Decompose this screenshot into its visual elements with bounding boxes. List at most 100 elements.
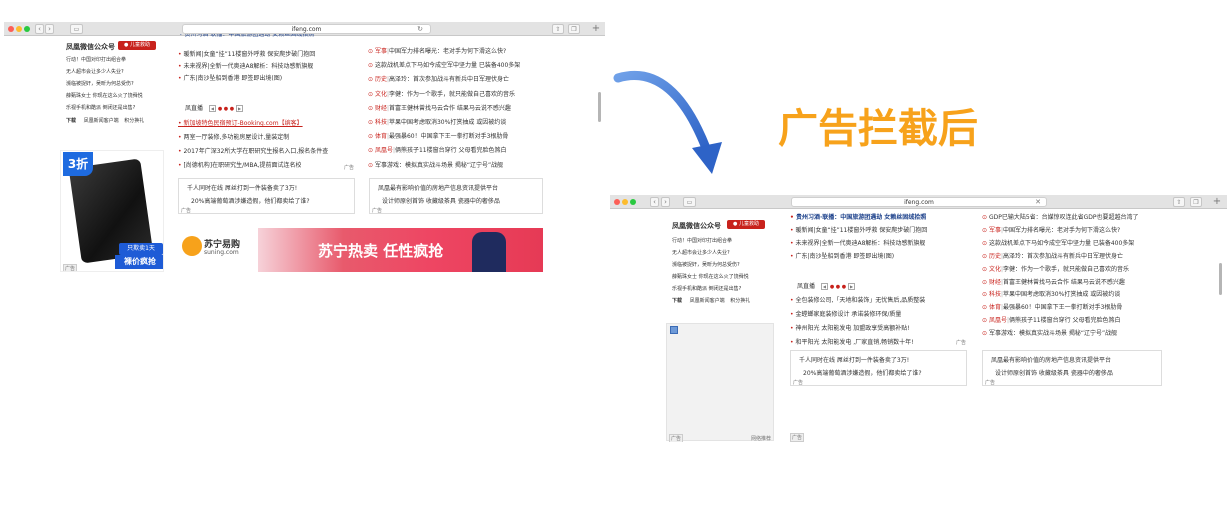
promo-box-left[interactable]: 千人同时在线 屌丝打到一件装备卖了3万! 20%高端葡萄酒涉嫌造假，他们都卖给了… — [790, 350, 967, 386]
sidebar-icon[interactable]: ▭ — [683, 197, 696, 207]
tabs-icon[interactable]: ❐ — [568, 24, 580, 34]
back-icon[interactable]: ‹ — [650, 197, 659, 207]
forward-icon[interactable]: › — [45, 24, 54, 34]
right-news-item[interactable]: ⊙ 军事游戏：模拟真实战斗场景 揭秘“辽宁号”战舰 — [982, 328, 1117, 337]
address-bar[interactable]: ifeng.com — [791, 197, 1047, 207]
promo-box-left[interactable]: 千人同时在线 屌丝打到一件装备卖了3万! 20%高端葡萄酒涉嫌造假，他们都卖给了… — [178, 178, 355, 214]
new-tab-icon[interactable]: + — [590, 23, 602, 35]
broken-image-icon — [670, 326, 678, 334]
new-tab-icon[interactable]: + — [1211, 196, 1223, 208]
right-news-item[interactable]: ⊙ 体育|最强暴60！中国拿下王一拳打断对手3根肋骨 — [982, 302, 1122, 311]
mid-list-item[interactable]: • 暖新闻|女童“挂”11楼窗外呼救 保安爬步破门抱回 — [178, 49, 315, 58]
left-footer: 下载 凤凰新闻客户端 积分换礼 — [66, 117, 144, 124]
right-news-item[interactable]: ⊙ 财经|首富王健林曾找马云合作 结果马云说不感兴趣 — [982, 277, 1125, 286]
left-list-item[interactable]: 濒临被捉奸，吴昕为何总受伤? — [66, 80, 134, 87]
news-category[interactable]: 历史 — [989, 253, 1001, 260]
promo-box-right[interactable]: 凤凰最有影响价值的房地产信息资讯提供平台 设计师原创首饰 收藏级茶具 瓷器中的奢… — [982, 350, 1162, 386]
client-link[interactable]: 凤凰新闻客户端 — [690, 298, 725, 304]
news-category[interactable]: 凤凰号 — [989, 317, 1007, 324]
minimize-traffic-light[interactable] — [622, 199, 628, 205]
phone-ad[interactable]: 3折 只欺卖1天 裸价疯抢 广告 — [60, 150, 164, 272]
right-news-item[interactable]: ⊙ GDP已输大陆5省：台媒惊叹连此省GDP也要超越台湾了 — [982, 212, 1139, 221]
mid-sponsored-item[interactable]: • 全包装修公司,「天地和装饰」无忧售后,品质整装 — [790, 295, 925, 304]
news-category[interactable]: 历史 — [375, 76, 387, 83]
sidebar-icon[interactable]: ▭ — [70, 24, 83, 34]
news-category[interactable]: 文化 — [989, 266, 1001, 273]
right-news-item[interactable]: ⊙ 历史|高泽玲：首次参加战斗有新兵中日军理伏身亡 — [368, 74, 509, 83]
pager-prev-icon[interactable]: ◀ — [820, 283, 828, 290]
promo-box-right[interactable]: 凤凰最有影响价值的房地产信息资讯提供平台 设计师原创首饰 收藏级茶具 瓷器中的奢… — [369, 178, 543, 214]
pager-next-icon[interactable]: ▶ — [848, 283, 856, 290]
mid-sponsored-item[interactable]: • [尚德机构]在职研究生/MBA,提前面试连名校 — [178, 160, 301, 169]
clear-url-icon[interactable]: ✕ — [1033, 197, 1043, 207]
news-category[interactable]: 文化 — [375, 91, 387, 98]
pager-next-icon[interactable]: ▶ — [236, 105, 244, 112]
share-icon[interactable]: ⇧ — [1173, 197, 1185, 207]
address-bar[interactable]: ifeng.com — [182, 24, 431, 34]
close-traffic-light[interactable] — [614, 199, 620, 205]
right-news-item[interactable]: ⊙ 科技|苹果中国考虑取消30%打赏抽成 或因被约谈 — [982, 289, 1120, 298]
share-icon[interactable]: ⇧ — [552, 24, 564, 34]
right-news-item[interactable]: ⊙ 凤凰号|俩熊孩子11楼窗台穿行 父母看完脸色煞白 — [368, 145, 507, 154]
child-rescue-badge[interactable]: ● 儿童救助 — [727, 220, 765, 229]
mid-sponsored-item[interactable]: • 新加坡特色民宿预订-Booking.com【缤客】 — [178, 118, 303, 127]
back-icon[interactable]: ‹ — [35, 24, 44, 34]
right-news-item[interactable]: ⊙ 财经|首富王健林曾找马云合作 结果马云说不感兴趣 — [368, 103, 511, 112]
left-list-item[interactable]: 乐视手机和酷派 倒闭还是出售? — [672, 285, 741, 292]
left-list-item[interactable]: 行动！中国对印打出组合拳 — [66, 56, 126, 63]
right-news-item[interactable]: ⊙ 凤凰号|俩熊孩子11楼窗台穿行 父母看完脸色煞白 — [982, 315, 1121, 324]
pager-prev-icon[interactable]: ◀ — [208, 105, 216, 112]
right-news-item[interactable]: ⊙ 科技|苹果中国考虑取消30%打赏抽成 或因被约谈 — [368, 117, 506, 126]
news-category[interactable]: 体育 — [989, 304, 1001, 311]
news-category[interactable]: 体育 — [375, 133, 387, 140]
news-category[interactable]: 军事 — [989, 227, 1001, 234]
scrollbar[interactable] — [598, 92, 601, 122]
right-news-item[interactable]: ⊙ 历史|高泽玲：首次参加战斗有新兵中日军理伏身亡 — [982, 251, 1123, 260]
right-news-item[interactable]: ⊙ 文化|李健：作为一个歌手，就只能做自己喜欢的音乐 — [982, 264, 1129, 273]
right-news-item[interactable]: ⊙ 文化|李健：作为一个歌手，就只能做自己喜欢的音乐 — [368, 89, 515, 98]
news-category[interactable]: 财经 — [375, 105, 387, 112]
points-link[interactable]: 积分换礼 — [730, 298, 750, 304]
close-traffic-light[interactable] — [8, 26, 14, 32]
reload-icon[interactable]: ↻ — [415, 24, 425, 34]
right-news-item[interactable]: ⊙ 这款战机差点下马如今成空军中坚力量 已装备400多架 — [368, 60, 520, 69]
mid-list-item[interactable]: • 暖新闻|女童“挂”11楼窗外呼救 保安爬步破门抱回 — [790, 225, 927, 234]
news-category[interactable]: 凤凰号 — [375, 147, 393, 154]
mid-list-item[interactable]: • 广东|南沙坠船到香港 即签即出境(图) — [790, 251, 894, 260]
right-news-item[interactable]: ⊙ 军事游戏：模拟真实战斗场景 揭秘“辽宁号”战舰 — [368, 160, 503, 169]
left-list-item[interactable]: 无人超市会让多少人失业? — [66, 68, 124, 75]
mid-sponsored-item[interactable]: • 金螳螂家庭装修设计 承诺装修环保/质量 — [790, 309, 901, 318]
forward-icon[interactable]: › — [661, 197, 670, 207]
mid-list-item[interactable]: • 贵州习酒·联播：中国旅游团遇劫 女赖丝固绒拾照 — [790, 212, 926, 221]
news-category[interactable]: 科技 — [375, 119, 387, 126]
mid-list-item[interactable]: • 未来视界|全新一代奥迪A8解析：科技动感新旗舰 — [790, 238, 925, 247]
zoom-traffic-light[interactable] — [630, 199, 636, 205]
mid-sponsored-item[interactable]: • 和平阳光 太阳能发电 ,厂家直销,畅销数十年! — [790, 337, 914, 346]
left-list-item[interactable]: 行动！中国对印打出组合拳 — [672, 237, 732, 244]
minimize-traffic-light[interactable] — [16, 26, 22, 32]
suning-banner[interactable]: 苏宁易购 suning.com 苏宁热卖 任性疯抢 — [178, 228, 543, 272]
mid-list-item[interactable]: • 广东|南沙坠船到香港 即签即出境(图) — [178, 73, 282, 82]
news-category[interactable]: 财经 — [989, 279, 1001, 286]
child-rescue-badge[interactable]: ● 儿童救助 — [118, 41, 156, 50]
tabs-icon[interactable]: ❐ — [1190, 197, 1202, 207]
mid-list-item[interactable]: • 未来视界|全新一代奥迪A8解析：科技动感新旗舰 — [178, 61, 313, 70]
client-link[interactable]: 凤凰新闻客户端 — [84, 118, 119, 124]
right-news-item[interactable]: ⊙ 这款战机差点下马如今成空军中坚力量 已装备400多架 — [982, 238, 1134, 247]
left-list-item[interactable]: 无人超市会让多少人失业? — [672, 249, 730, 256]
left-list-item[interactable]: 薛甄珠女士 你现在这么火了饶舜悦 — [672, 273, 749, 280]
zoom-traffic-light[interactable] — [24, 26, 30, 32]
news-category[interactable]: 军事 — [375, 48, 387, 55]
mid-sponsored-item[interactable]: • 2017年广深32所大学在职研究生报名入口,报名条件查 — [178, 146, 328, 155]
left-list-item[interactable]: 乐视手机和酷派 倒闭还是出售? — [66, 104, 135, 111]
mid-sponsored-item[interactable]: • 两室一厅装修,多功能房屋设计,量装定制 — [178, 132, 289, 141]
points-link[interactable]: 积分换礼 — [124, 118, 144, 124]
right-news-item[interactable]: ⊙ 体育|最强暴60！中国拿下王一拳打断对手3根肋骨 — [368, 131, 508, 140]
right-news-item[interactable]: ⊙ 军事|中国军力排名曝光：老对手为何下滑这么快? — [982, 225, 1120, 234]
right-news-item[interactable]: ⊙ 军事|中国军力排名曝光：老对手为何下滑这么快? — [368, 46, 506, 55]
left-list-item[interactable]: 薛甄珠女士 你现在这么火了饶舜悦 — [66, 92, 143, 99]
scrollbar[interactable] — [1219, 263, 1222, 295]
news-category[interactable]: 科技 — [989, 291, 1001, 298]
mid-sponsored-item[interactable]: • 神州阳光 太阳能发电 加盟政享受高额补贴! — [790, 323, 910, 332]
left-list-item[interactable]: 濒临被捉奸，吴昕为何总受伤? — [672, 261, 740, 268]
